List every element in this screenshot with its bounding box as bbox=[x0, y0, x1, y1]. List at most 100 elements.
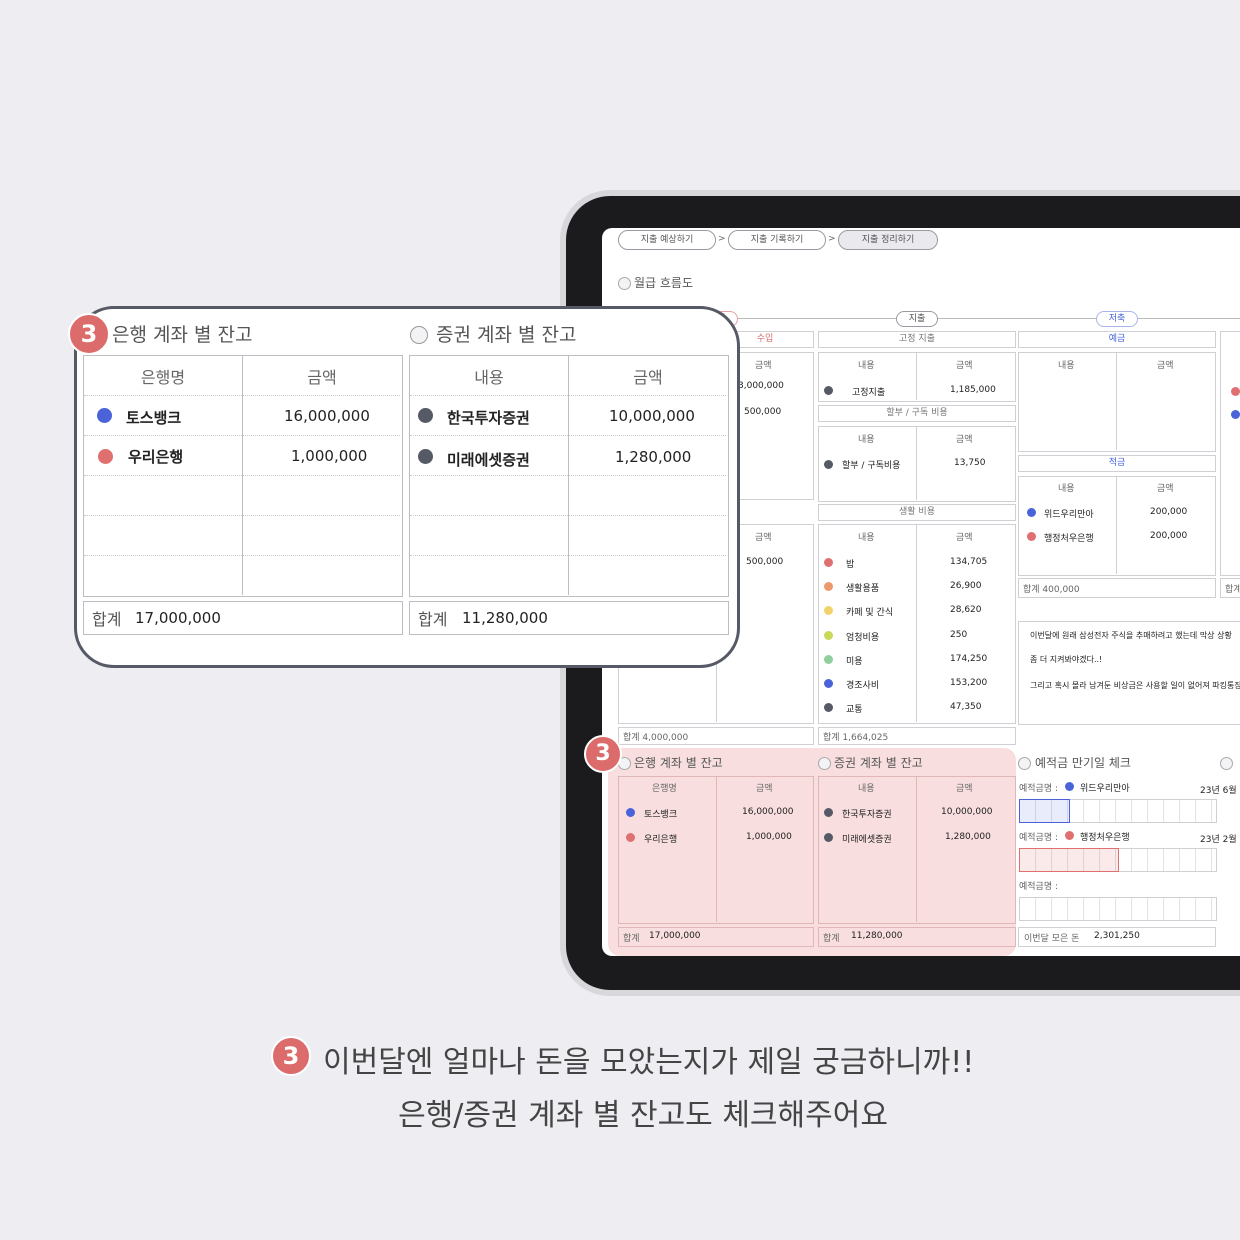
maturity-progress-fill bbox=[1019, 799, 1070, 823]
section-radio-icon[interactable] bbox=[618, 277, 631, 290]
stock-total-box bbox=[818, 927, 1016, 947]
maturity-dot bbox=[1065, 831, 1074, 840]
living-label: 경조사비 bbox=[846, 681, 880, 691]
col-divider bbox=[1116, 476, 1117, 574]
stock-dot bbox=[418, 449, 433, 464]
maturity-name: 위드우리만아 bbox=[1080, 784, 1130, 794]
col-content: 내용 bbox=[858, 533, 875, 543]
income-amount: 3,000,000 bbox=[738, 381, 784, 391]
zoom-stock-amount: 10,000,000 bbox=[609, 407, 695, 425]
row-divider bbox=[410, 555, 726, 556]
living-label: 교통 bbox=[846, 705, 863, 716]
deposit-table bbox=[1018, 352, 1216, 452]
bank-dot bbox=[97, 408, 112, 423]
row-divider bbox=[84, 515, 400, 516]
living-amount: 47,350 bbox=[950, 702, 982, 713]
living-amount: 174,250 bbox=[950, 653, 988, 664]
saving-header: 적금 bbox=[1018, 455, 1216, 472]
zoom-bank-total-value: 17,000,000 bbox=[135, 609, 221, 627]
bank-dot bbox=[98, 449, 113, 464]
zoom-stock-amount: 1,280,000 bbox=[615, 448, 692, 466]
living-amount: 28,620 bbox=[950, 605, 982, 616]
saving-table bbox=[1018, 476, 1216, 576]
category-dot bbox=[1027, 532, 1036, 541]
row-divider bbox=[410, 515, 726, 516]
stock-label: 한국투자증권 bbox=[842, 810, 892, 820]
breadcrumb-separator: > bbox=[718, 234, 726, 244]
living-label: 밥 bbox=[846, 560, 855, 570]
flow-label-expense: 지출 bbox=[896, 311, 938, 327]
maturity-label: 예적금명 : bbox=[1019, 882, 1059, 892]
income2-col-amount: 금액 bbox=[755, 533, 772, 543]
zoom-bank-label: 우리은행 bbox=[128, 448, 184, 466]
col-content: 내용 bbox=[1058, 484, 1075, 494]
stock-amount: 1,280,000 bbox=[945, 832, 991, 842]
maturity-progress-fill bbox=[1019, 848, 1119, 872]
section-radio-icon[interactable] bbox=[1018, 757, 1031, 770]
maturity-progress-bar bbox=[1019, 897, 1217, 921]
living-label: 카페 및 간식 bbox=[846, 608, 894, 619]
stock-dot bbox=[824, 808, 833, 817]
col-amount: 금액 bbox=[956, 435, 973, 445]
zoom-bank-total-box bbox=[83, 601, 403, 635]
memo-line: 그리고 혹시 몰라 남겨둔 비상금은 사용할 일이 없어져 파킹통장 bbox=[1030, 681, 1240, 690]
deposit-header: 예금 bbox=[1018, 331, 1216, 348]
category-dot bbox=[824, 558, 833, 567]
saving-total-cut: 합계 bbox=[1225, 585, 1240, 595]
bank-dot bbox=[626, 808, 635, 817]
stock-label: 미래에셋증권 bbox=[842, 835, 892, 845]
category-dot bbox=[824, 386, 833, 395]
stock-total-value: 11,280,000 bbox=[851, 931, 903, 941]
col-divider bbox=[916, 426, 917, 500]
maturity-title: 예적금 만기일 체크 bbox=[1035, 756, 1131, 770]
row-divider bbox=[410, 435, 726, 436]
col-amount: 금액 bbox=[756, 784, 773, 794]
zoom-bank-amount: 16,000,000 bbox=[284, 407, 370, 425]
living-table bbox=[818, 524, 1016, 724]
saving-label: 행정처우은행 bbox=[1044, 534, 1094, 544]
zoom-stock-total-label: 합계 bbox=[418, 610, 448, 629]
section-radio-icon[interactable] bbox=[818, 757, 831, 770]
bank-dot bbox=[626, 833, 635, 842]
bank-label: 우리은행 bbox=[644, 835, 678, 845]
breadcrumb-step-3[interactable]: 지출 정리하기 bbox=[838, 230, 938, 250]
zoom-stock-total-value: 11,280,000 bbox=[462, 609, 548, 627]
row-divider bbox=[410, 395, 726, 396]
living-amount: 134,705 bbox=[950, 557, 988, 567]
caption-line-2: 은행/증권 계좌 별 잔고도 체크해주어요 bbox=[398, 1098, 888, 1133]
col-amount: 금액 bbox=[1157, 361, 1174, 371]
living-amount: 250 bbox=[950, 629, 968, 640]
section-radio-icon[interactable] bbox=[410, 326, 428, 344]
bank-balance-title: 은행 계좌 별 잔고 bbox=[634, 756, 723, 770]
flow-title: 월급 흐름도 bbox=[634, 276, 694, 290]
zoom-stock-table bbox=[409, 355, 729, 597]
row-divider bbox=[84, 435, 400, 436]
maturity-date: 23년 2월 bbox=[1200, 835, 1237, 845]
living-amount: 26,900 bbox=[950, 581, 982, 592]
col-divider bbox=[916, 352, 917, 400]
breadcrumb-step-2[interactable]: 지출 기록하기 bbox=[728, 230, 826, 250]
breadcrumb-step-1[interactable]: 지출 예상하기 bbox=[618, 230, 716, 250]
fixed-expense-amount: 1,185,000 bbox=[950, 385, 996, 395]
category-dot bbox=[1027, 508, 1036, 517]
category-dot bbox=[824, 654, 833, 664]
living-label: 미용 bbox=[846, 656, 863, 667]
category-dot bbox=[824, 679, 833, 688]
zoom-col-bank: 은행명 bbox=[140, 368, 186, 387]
saving-amount: 200,000 bbox=[1150, 531, 1188, 541]
stock-dot bbox=[824, 833, 833, 842]
col-content: 내용 bbox=[858, 435, 875, 445]
bank-amount: 16,000,000 bbox=[742, 807, 794, 817]
step-badge: 3 bbox=[68, 313, 110, 355]
income-col-amount: 금액 bbox=[755, 361, 772, 371]
col-divider bbox=[916, 524, 917, 722]
bank-total-label: 합계 bbox=[623, 934, 640, 944]
living-header: 생활 비용 bbox=[818, 504, 1016, 521]
col-amount: 금액 bbox=[1157, 484, 1174, 494]
col-bank: 은행명 bbox=[652, 784, 677, 794]
col-content: 내용 bbox=[858, 784, 875, 794]
zoom-bank-amount: 1,000,000 bbox=[291, 447, 368, 465]
col-divider bbox=[716, 776, 717, 922]
section-radio-icon[interactable] bbox=[1220, 757, 1233, 770]
stock-balance-title: 증권 계좌 별 잔고 bbox=[834, 756, 923, 770]
